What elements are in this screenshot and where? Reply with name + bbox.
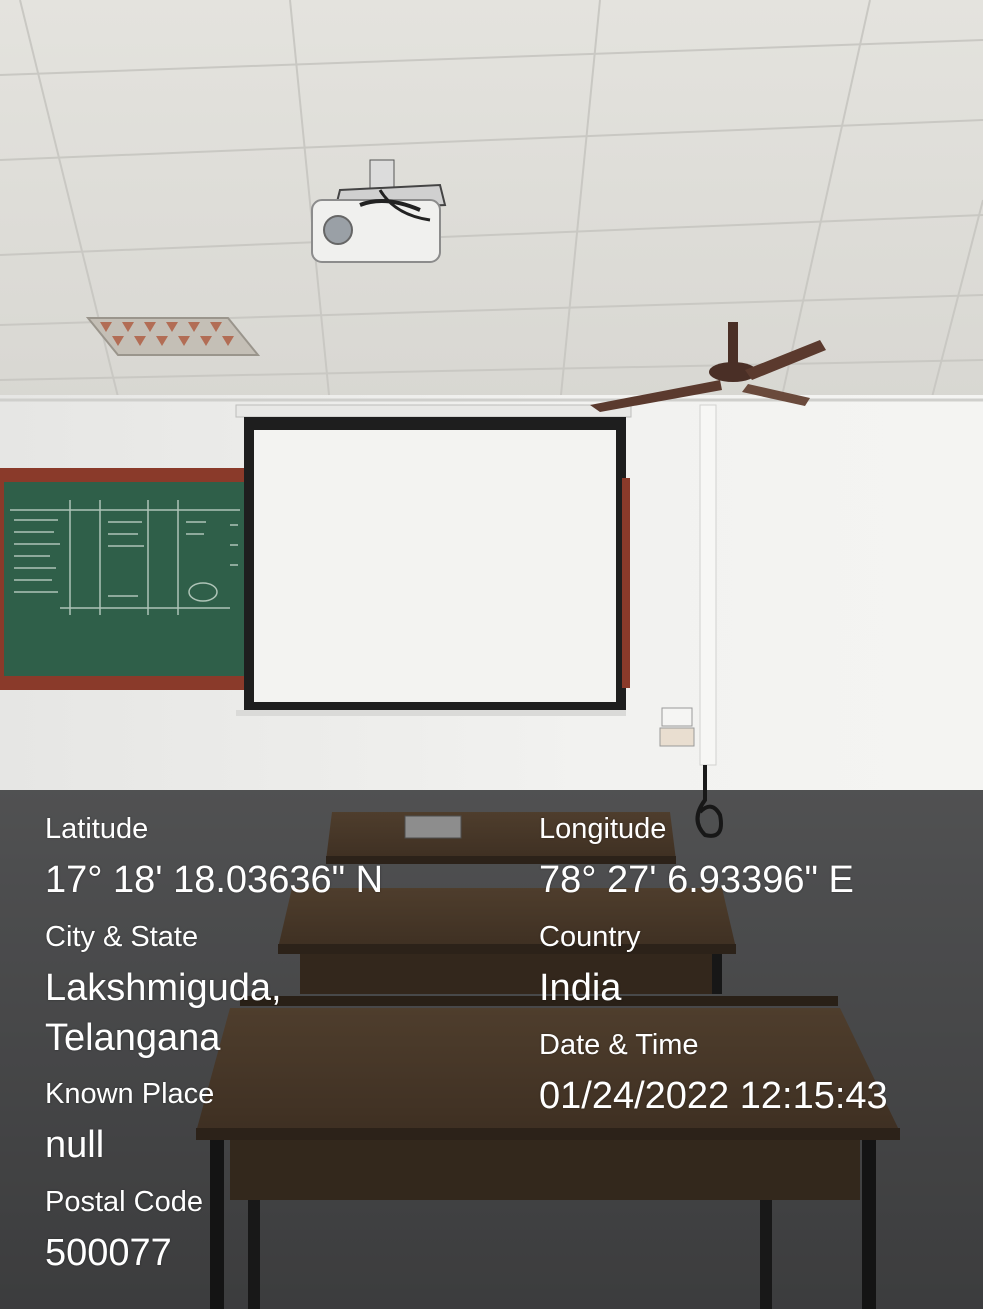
ceiling-vent xyxy=(85,317,261,356)
country-label: Country xyxy=(539,921,641,953)
country-value: India xyxy=(539,967,622,1009)
projection-screen xyxy=(235,404,632,716)
postal-code-label: Postal Code xyxy=(45,1186,203,1218)
city-state-value-line1: Lakshmiguda, xyxy=(45,967,282,1009)
latitude-value: 17° 18' 18.03636" N xyxy=(45,859,384,901)
date-time-label: Date & Time xyxy=(539,1029,699,1061)
postal-code-value: 500077 xyxy=(45,1232,172,1274)
known-place-value: null xyxy=(45,1124,105,1166)
chalkboard xyxy=(0,468,250,690)
latitude-label: Latitude xyxy=(45,813,149,845)
longitude-value: 78° 27' 6.93396" E xyxy=(539,859,854,901)
city-state-label: City & State xyxy=(45,921,199,953)
known-place-label: Known Place xyxy=(45,1078,215,1110)
longitude-label: Longitude xyxy=(539,813,667,845)
date-time-value: 01/24/2022 12:15:43 xyxy=(539,1075,888,1117)
city-state-value-line2: Telangana xyxy=(45,1017,221,1059)
